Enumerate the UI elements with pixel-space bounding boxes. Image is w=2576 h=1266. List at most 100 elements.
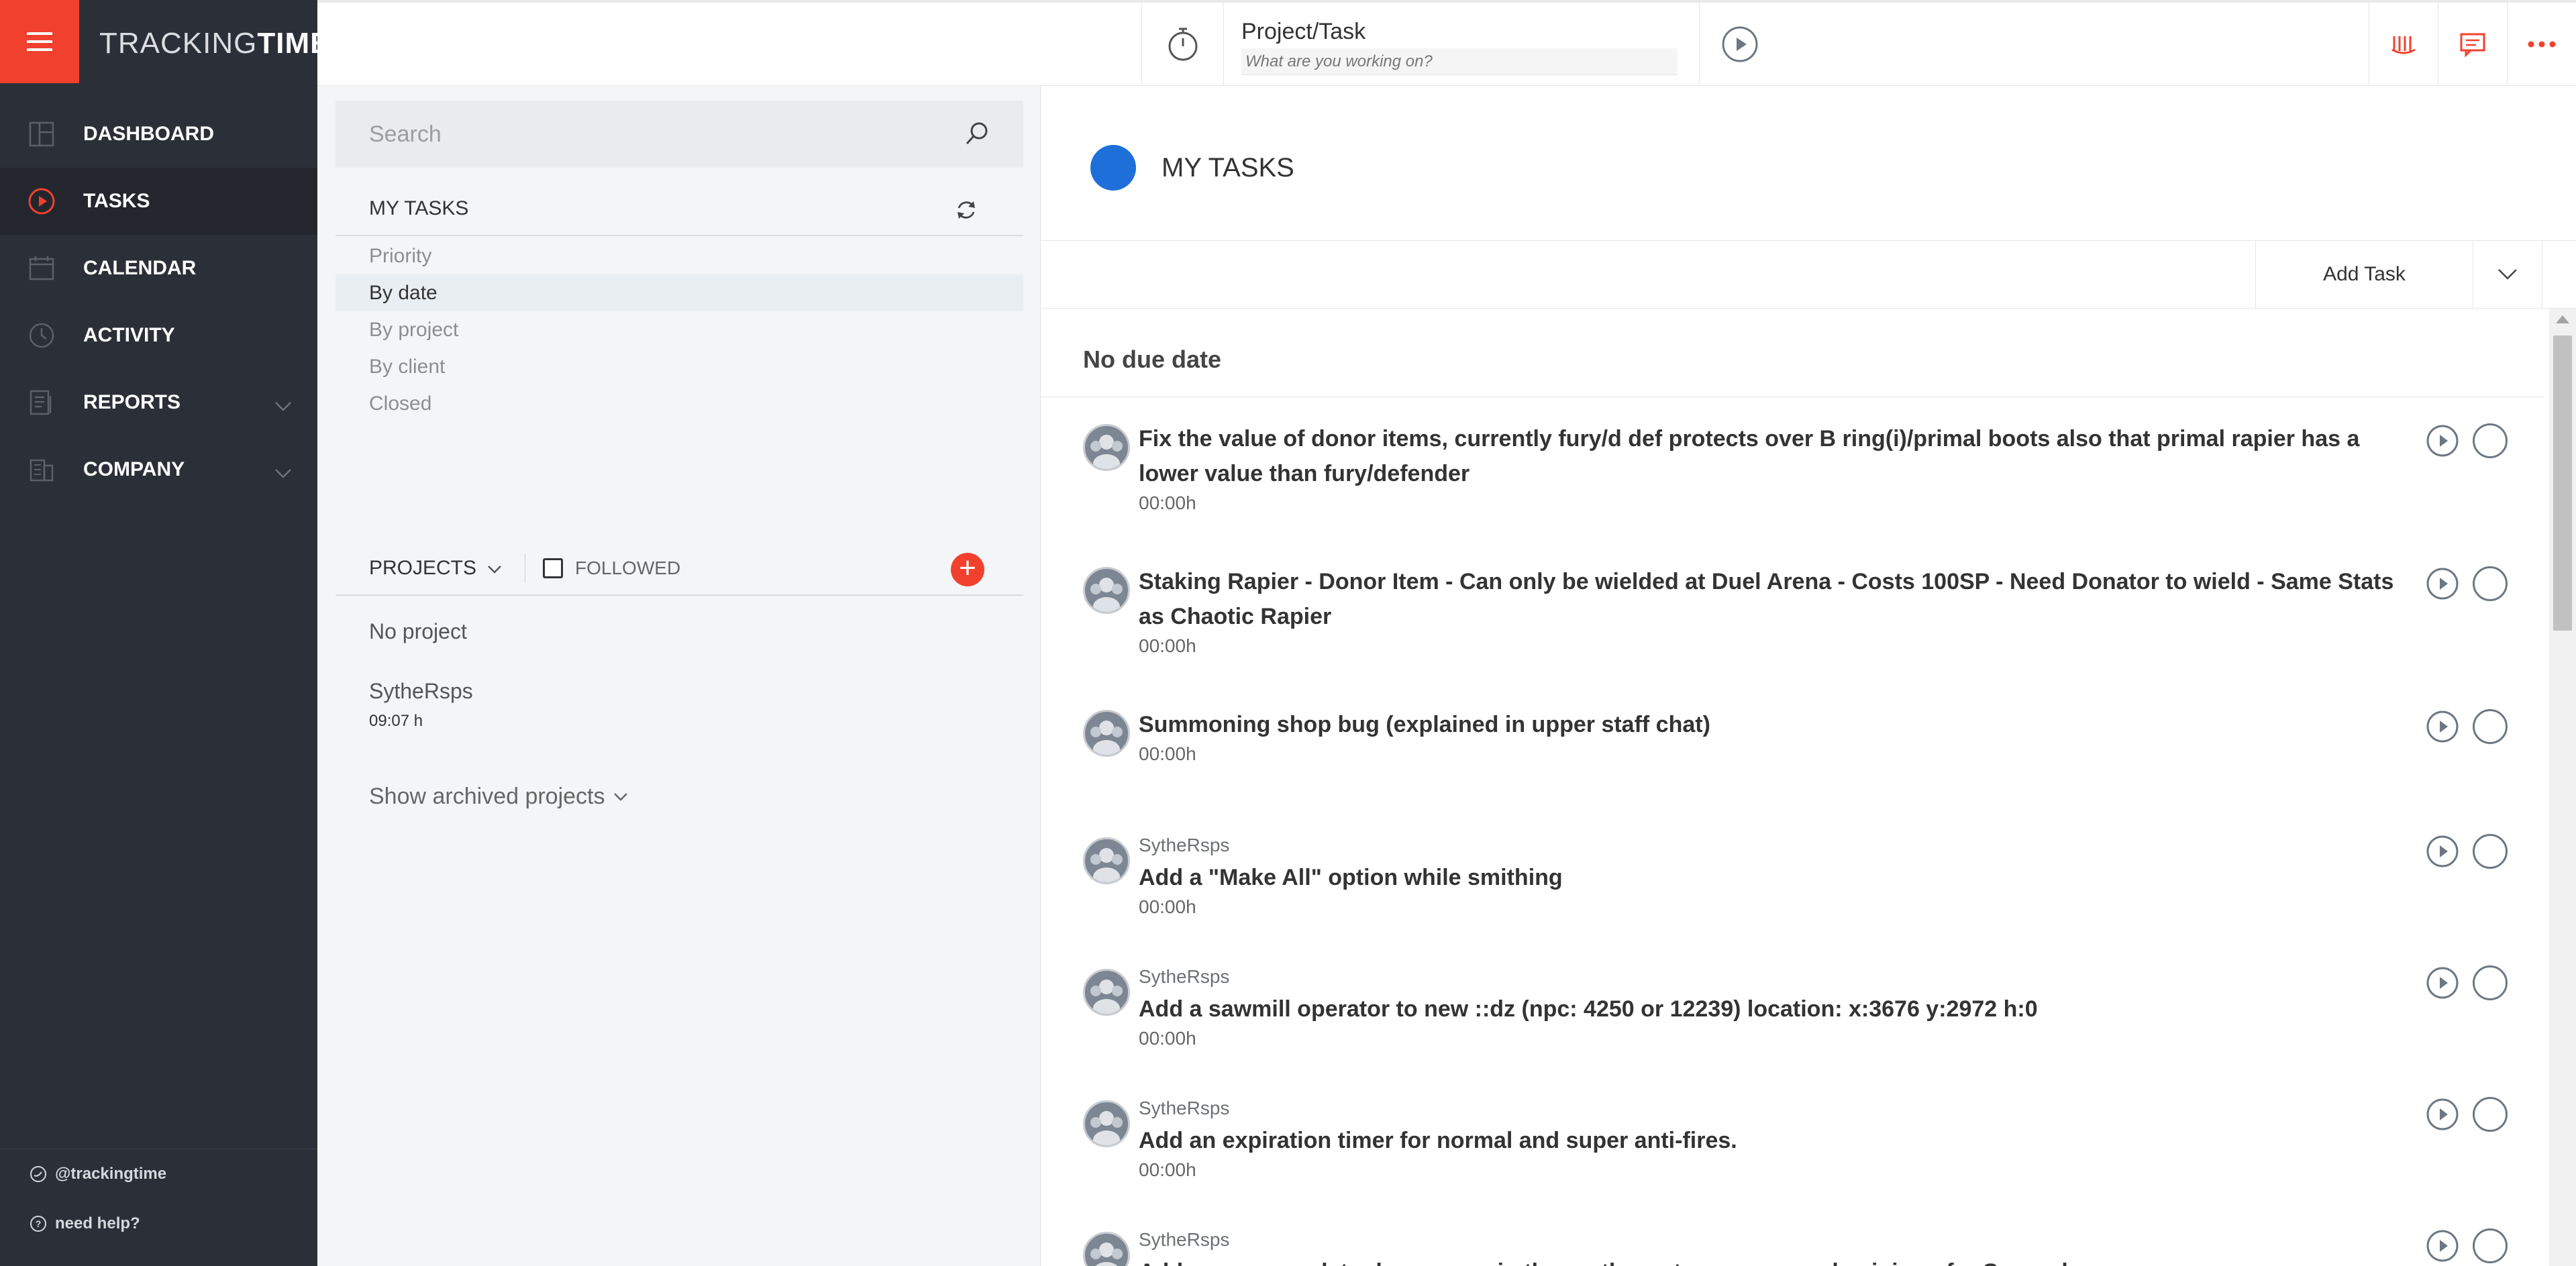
svg-text:?: ? (36, 1218, 42, 1229)
task-name[interactable]: Staking Rapier - Donor Item - Can only b… (1139, 564, 2400, 634)
list-item[interactable]: SytheRsps Add an expiration timer for no… (1041, 1055, 2544, 1186)
play-icon[interactable] (2426, 1098, 2459, 1131)
followed-checkbox[interactable] (543, 558, 564, 578)
avatar (1083, 424, 1130, 471)
list-item[interactable]: Staking Rapier - Donor Item - Can only b… (1041, 540, 2544, 683)
task-body: Fix the value of donor items, currently … (1139, 421, 2400, 514)
play-icon[interactable] (2426, 424, 2459, 458)
complete-task-button[interactable] (2473, 1228, 2508, 1263)
group-heading-text: No due date (1083, 346, 1222, 373)
help-icon: ? (30, 1216, 46, 1232)
list-item[interactable]: Fix the value of donor items, currently … (1041, 397, 2544, 540)
task-project[interactable]: SytheRsps (1139, 966, 2400, 988)
refresh-icon[interactable] (955, 199, 978, 227)
followed-label: FOLLOWED (575, 558, 681, 578)
project-task-label[interactable]: Project/Task (1241, 19, 1366, 45)
task-description-input[interactable] (1241, 48, 1678, 75)
help-link[interactable]: ? need help? (0, 1199, 317, 1249)
project-item-no-project[interactable]: No project (336, 619, 1023, 644)
scrollbar-thumb[interactable] (2553, 335, 2572, 631)
play-icon[interactable] (2426, 835, 2459, 868)
tasks-play-icon (27, 187, 56, 216)
scroll-up-arrow-icon[interactable] (2556, 315, 2569, 323)
more-options-button[interactable] (2507, 3, 2576, 86)
task-duration: 00:00h (1139, 743, 1196, 764)
sidebar-item-company[interactable]: COMPANY (0, 436, 317, 503)
sidebar-item-reports[interactable]: REPORTS (0, 369, 317, 436)
timesheet-button[interactable] (2369, 3, 2438, 86)
project-item-sytherrsps[interactable]: SytheRsps 09:07 h (336, 679, 1023, 731)
play-icon[interactable] (2426, 710, 2459, 743)
project-name: No project (369, 619, 467, 643)
sidebar-footer: @trackingtime ? need help? (0, 1149, 317, 1249)
list-item[interactable]: SytheRsps Add essence rock to donor zone… (1041, 1186, 2544, 1266)
task-name[interactable]: Add an expiration timer for normal and s… (1139, 1123, 2400, 1158)
task-name[interactable]: Add essence rock to donor zone in the no… (1139, 1255, 2400, 1266)
filter-priority[interactable]: Priority (336, 238, 1023, 274)
filter-by-date[interactable]: By date (336, 274, 1023, 311)
filter-by-project[interactable]: By project (336, 311, 1023, 348)
complete-task-button[interactable] (2473, 709, 2508, 744)
complete-task-button[interactable] (2473, 1097, 2508, 1132)
complete-task-button[interactable] (2473, 566, 2508, 601)
task-project[interactable]: SytheRsps (1139, 835, 2400, 856)
add-task-button[interactable]: Add Task (2255, 241, 2473, 308)
task-name[interactable]: Add a sawmill operator to new ::dz (npc:… (1139, 992, 2400, 1026)
projects-label[interactable]: PROJECTS (369, 557, 476, 580)
search-input[interactable] (336, 101, 939, 168)
complete-task-button[interactable] (2473, 423, 2508, 458)
followed-toggle[interactable]: FOLLOWED (525, 553, 680, 583)
task-list-scrollbar[interactable] (2549, 309, 2576, 1266)
messages-button[interactable] (2438, 3, 2507, 86)
more-dots-icon (2528, 41, 2556, 48)
sidebar: TRACKINGTIME DASHBOARD TASKS CALENDAR AC… (0, 0, 329, 1266)
avatar (1083, 969, 1130, 1016)
task-name[interactable]: Fix the value of donor items, currently … (1139, 421, 2400, 491)
hamburger-menu-button[interactable] (0, 0, 79, 83)
calendar-icon (27, 254, 56, 283)
help-label: need help? (55, 1214, 140, 1232)
complete-task-button[interactable] (2473, 965, 2508, 1000)
tasks-filter-panel: MY TASKS Priority By date By project By … (317, 86, 1041, 1266)
sidebar-item-label: ACTIVITY (83, 324, 175, 346)
chevron-down-icon (613, 792, 627, 801)
task-name[interactable]: Add a "Make All" option while smithing (1139, 860, 2400, 895)
twitter-link[interactable]: @trackingtime (0, 1149, 317, 1199)
task-name[interactable]: Summoning shop bug (explained in upper s… (1139, 707, 2400, 742)
task-group-heading: No due date (1041, 309, 2544, 397)
task-list-panel: MY TASKS Add Task No due date Fix the va… (1041, 86, 2576, 1266)
play-icon[interactable] (2426, 567, 2459, 600)
filter-by-client[interactable]: By client (336, 348, 1023, 385)
company-icon (27, 455, 56, 484)
list-item[interactable]: Summoning shop bug (explained in upper s… (1041, 683, 2544, 792)
project-list: No project SytheRsps 09:07 h (336, 619, 1023, 731)
timer-widget: Project/Task (1141, 3, 2014, 86)
list-item[interactable]: SytheRsps Add a "Make All" option while … (1041, 792, 2544, 923)
play-icon[interactable] (2426, 966, 2459, 1000)
search-box (336, 101, 1023, 168)
play-icon[interactable] (2426, 1229, 2459, 1263)
list-item[interactable]: SytheRsps Add a sawmill operator to new … (1041, 923, 2544, 1055)
sidebar-item-activity[interactable]: ACTIVITY (0, 302, 317, 369)
sidebar-item-label: COMPANY (83, 458, 185, 480)
sidebar-item-label: TASKS (83, 190, 150, 212)
task-duration: 00:00h (1139, 1159, 1196, 1180)
task-project[interactable]: SytheRsps (1139, 1098, 2400, 1119)
sidebar-item-calendar[interactable]: CALENDAR (0, 235, 317, 302)
start-timer-button[interactable] (1699, 3, 1780, 86)
title-color-dot (1090, 145, 1136, 191)
filter-closed[interactable]: Closed (336, 385, 1023, 422)
sidebar-item-tasks[interactable]: TASKS (0, 168, 317, 235)
stopwatch-icon[interactable] (1142, 3, 1224, 86)
add-task-dropdown-button[interactable] (2473, 241, 2542, 308)
chevron-down-icon[interactable] (487, 557, 502, 580)
show-archived-projects-link[interactable]: Show archived projects (369, 784, 628, 810)
task-duration: 00:00h (1139, 1028, 1196, 1049)
complete-task-button[interactable] (2473, 834, 2508, 869)
avatar (1083, 1232, 1130, 1266)
task-project[interactable]: SytheRsps (1139, 1229, 2400, 1251)
add-project-button[interactable]: + (951, 553, 984, 586)
search-icon[interactable] (964, 121, 990, 150)
app-logo[interactable]: TRACKINGTIME (99, 27, 330, 60)
sidebar-item-dashboard[interactable]: DASHBOARD (0, 101, 317, 168)
